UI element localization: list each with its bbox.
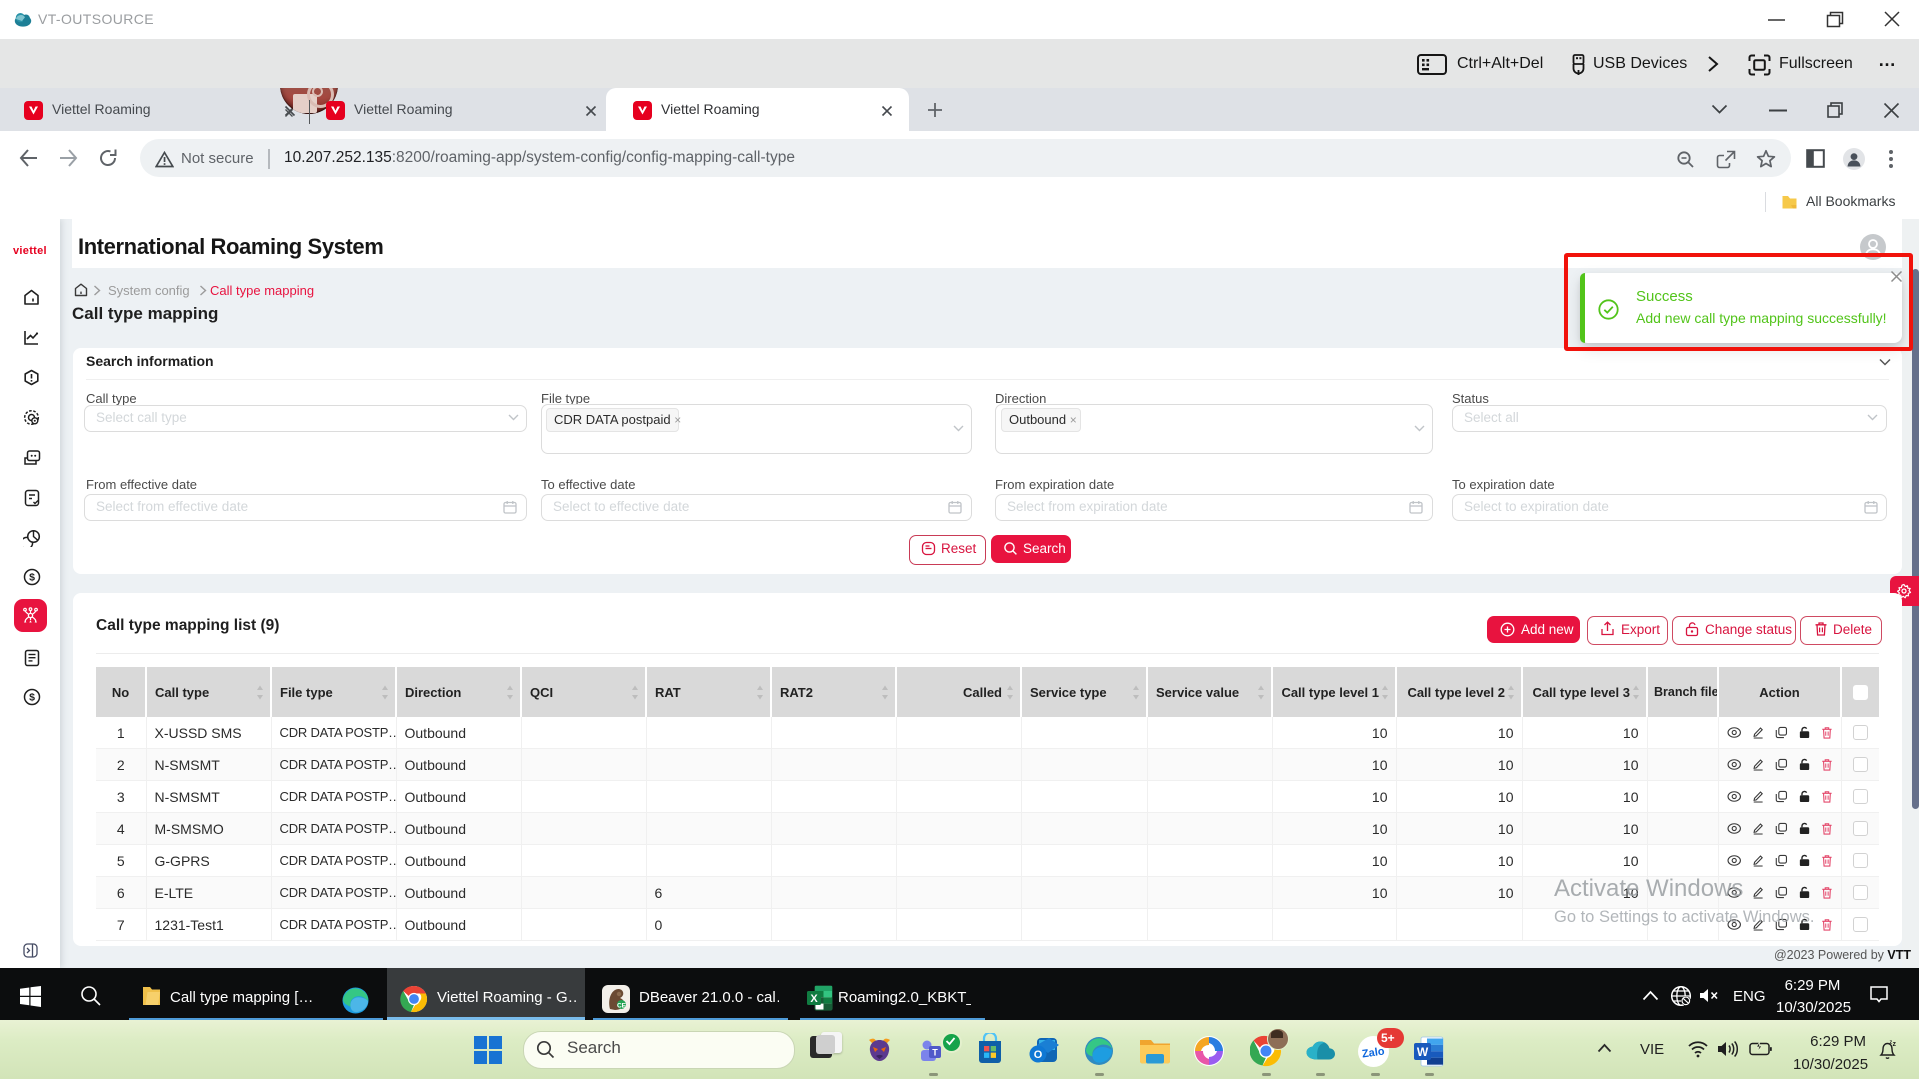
svg-text:W: W: [1417, 1045, 1429, 1059]
svg-text:z: z: [1893, 1041, 1897, 1048]
svg-text:z: z: [1890, 1040, 1893, 1046]
svg-text:X: X: [810, 993, 818, 1005]
svg-text:$: $: [29, 692, 35, 704]
svg-text:T: T: [932, 1048, 938, 1058]
svg-text:$: $: [29, 572, 35, 584]
svg-text:CE: CE: [617, 1002, 627, 1009]
svg-text:O: O: [1034, 1049, 1043, 1061]
